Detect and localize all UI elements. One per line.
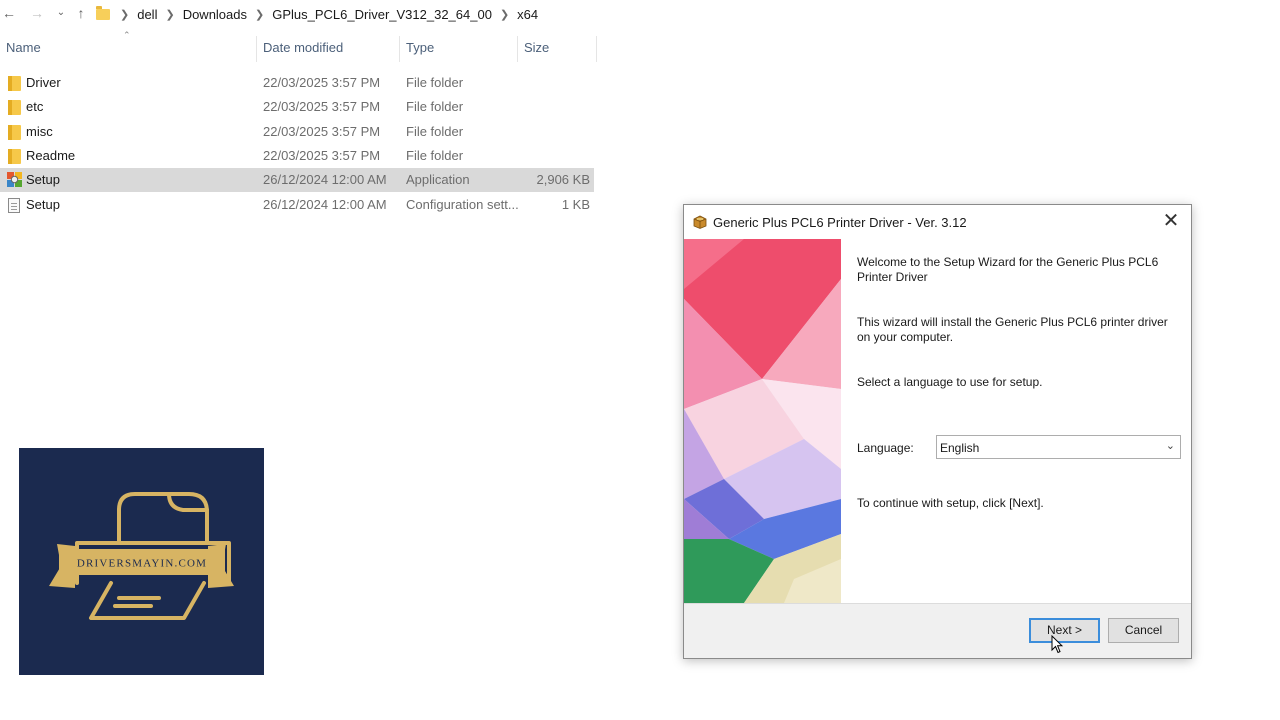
installer-box-icon	[693, 215, 707, 229]
file-name: misc	[26, 124, 53, 139]
file-row[interactable]: Driver 22/03/2025 3:57 PM File folder	[0, 71, 594, 95]
folder-icon	[96, 5, 110, 20]
select-language-prompt: Select a language to use for setup.	[857, 375, 1043, 389]
wizard-banner-image	[684, 239, 841, 603]
breadcrumb-item[interactable]: GPlus_PCL6_Driver_V312_32_64_00	[272, 7, 492, 22]
file-name: Driver	[26, 75, 61, 90]
file-type: Application	[406, 172, 470, 187]
file-row[interactable]: Readme 22/03/2025 3:57 PM File folder	[0, 144, 594, 168]
wizard-content: Welcome to the Setup Wizard for the Gene…	[841, 239, 1191, 603]
file-type: File folder	[406, 75, 464, 90]
mouse-cursor-icon	[1051, 635, 1063, 654]
folder-icon	[8, 76, 21, 91]
language-dropdown-value: English	[940, 441, 980, 455]
column-divider[interactable]	[256, 36, 257, 62]
file-date: 22/03/2025 3:57 PM	[263, 148, 381, 163]
file-size: 2,906 KB	[536, 172, 591, 187]
file-date: 22/03/2025 3:57 PM	[263, 124, 381, 139]
chevron-down-icon: ⌄	[1165, 440, 1175, 452]
folder-icon	[8, 125, 21, 140]
breadcrumb-separator-icon: ❯	[499, 8, 510, 21]
file-row-selected[interactable]: Setup 26/12/2024 12:00 AM Application 2,…	[0, 168, 594, 192]
breadcrumb-item[interactable]: Downloads	[183, 7, 247, 22]
file-size: 1 KB	[561, 197, 590, 212]
file-type: File folder	[406, 124, 464, 139]
file-date: 26/12/2024 12:00 AM	[263, 172, 387, 187]
forward-arrow-icon[interactable]: →	[28, 4, 46, 22]
breadcrumb-item[interactable]: x64	[517, 7, 538, 22]
setup-wizard-dialog: Generic Plus PCL6 Printer Driver - Ver. …	[683, 204, 1192, 659]
setup-app-icon	[7, 172, 22, 187]
dialog-title: Generic Plus PCL6 Printer Driver - Ver. …	[713, 215, 967, 230]
continue-instruction: To continue with setup, click [Next].	[857, 496, 1044, 510]
file-date: 22/03/2025 3:57 PM	[263, 99, 381, 114]
column-header-name[interactable]: Name	[6, 40, 41, 55]
back-arrow-icon[interactable]: ←	[0, 4, 18, 22]
printer-logo-icon: DRIVERSMAYIN.COM	[49, 492, 234, 620]
footer-divider	[684, 603, 1191, 604]
breadcrumb-separator-icon: ❯	[120, 8, 130, 21]
file-type: File folder	[406, 99, 464, 114]
file-type: File folder	[406, 148, 464, 163]
config-file-icon	[8, 198, 20, 213]
column-divider[interactable]	[399, 36, 400, 62]
recent-locations-chevron-icon[interactable]: ⌄	[52, 4, 70, 22]
dialog-titlebar[interactable]: Generic Plus PCL6 Printer Driver - Ver. …	[684, 205, 1191, 239]
next-button[interactable]: Next >	[1029, 618, 1100, 643]
address-bar: ← → ⌄ ↑ ❯ dell ❯ Downloads ❯ GPlus_PCL6_…	[0, 0, 1280, 28]
column-header-date[interactable]: Date modified	[263, 40, 343, 55]
intro-text: This wizard will install the Generic Plu…	[857, 315, 1168, 344]
file-name: Setup	[26, 172, 60, 187]
breadcrumb-separator-icon: ❯	[165, 8, 175, 21]
file-name: Setup	[26, 197, 60, 212]
column-divider[interactable]	[596, 36, 597, 62]
folder-icon	[8, 149, 21, 164]
language-label: Language:	[857, 441, 914, 455]
welcome-heading: Welcome to the Setup Wizard for the Gene…	[857, 255, 1159, 284]
file-name: Readme	[26, 148, 76, 163]
breadcrumb[interactable]: ❯ dell ❯ Downloads ❯ GPlus_PCL6_Driver_V…	[96, 3, 538, 25]
driversmayin-logo: DRIVERSMAYIN.COM	[19, 448, 264, 675]
up-arrow-icon[interactable]: ↑	[72, 4, 90, 22]
file-row[interactable]: Setup 26/12/2024 12:00 AM Configuration …	[0, 193, 594, 217]
sort-ascending-icon: ⌃	[123, 30, 131, 40]
column-header-type[interactable]: Type	[406, 40, 434, 55]
breadcrumb-separator-icon: ❯	[255, 8, 265, 21]
cancel-button[interactable]: Cancel	[1108, 618, 1179, 643]
language-dropdown[interactable]: English ⌄	[936, 435, 1181, 459]
column-header-size[interactable]: Size	[524, 40, 549, 55]
file-row[interactable]: etc 22/03/2025 3:57 PM File folder	[0, 95, 594, 119]
file-date: 26/12/2024 12:00 AM	[263, 197, 387, 212]
folder-icon	[8, 100, 21, 115]
logo-text: DRIVERSMAYIN.COM	[77, 558, 207, 570]
file-name: etc	[26, 99, 44, 114]
file-date: 22/03/2025 3:57 PM	[263, 75, 381, 90]
column-divider[interactable]	[517, 36, 518, 62]
breadcrumb-item[interactable]: dell	[137, 7, 157, 22]
close-icon[interactable]: ✕	[1159, 210, 1183, 234]
file-type: Configuration sett...	[406, 197, 519, 212]
file-row[interactable]: misc 22/03/2025 3:57 PM File folder	[0, 120, 594, 144]
